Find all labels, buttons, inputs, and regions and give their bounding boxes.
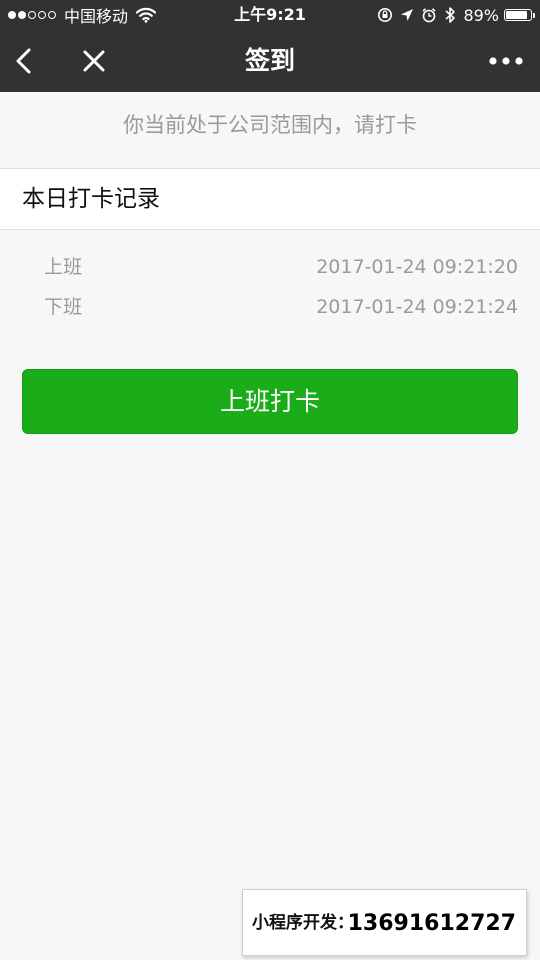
clock-in-button[interactable]: 上班打卡 [22, 369, 518, 434]
chevron-left-icon[interactable] [10, 45, 42, 77]
battery-percent: 89% [463, 5, 499, 25]
record-time: 2017-01-24 09:21:24 [316, 296, 518, 318]
bluetooth-icon [445, 7, 456, 23]
records-title: 本日打卡记录 [22, 186, 160, 212]
record-row: 下班 2017-01-24 09:21:24 [44, 287, 518, 327]
location-notice: 你当前处于公司范围内，请打卡 [123, 113, 417, 137]
status-bar: 中国移动 上午9:21 89% [0, 0, 540, 30]
record-time: 2017-01-24 09:21:20 [316, 256, 518, 278]
location-icon [401, 9, 414, 21]
ad-phone-number: 13691612727 [347, 911, 516, 936]
record-row: 上班 2017-01-24 09:21:20 [44, 247, 518, 287]
record-label: 下班 [44, 296, 83, 318]
developer-ad-banner: 小程序开发： 13691612727 [242, 889, 527, 956]
nav-bar: 签到 [0, 30, 540, 92]
records-section-header: 本日打卡记录 [0, 168, 540, 230]
record-label: 上班 [44, 256, 83, 278]
more-dots-icon[interactable] [486, 45, 526, 77]
ad-label: 小程序开发： [252, 913, 354, 933]
rotation-lock-icon [378, 8, 393, 22]
battery-icon [504, 9, 535, 21]
status-right: 89% [377, 0, 535, 30]
close-icon[interactable] [78, 45, 110, 77]
alarm-icon [422, 8, 436, 23]
